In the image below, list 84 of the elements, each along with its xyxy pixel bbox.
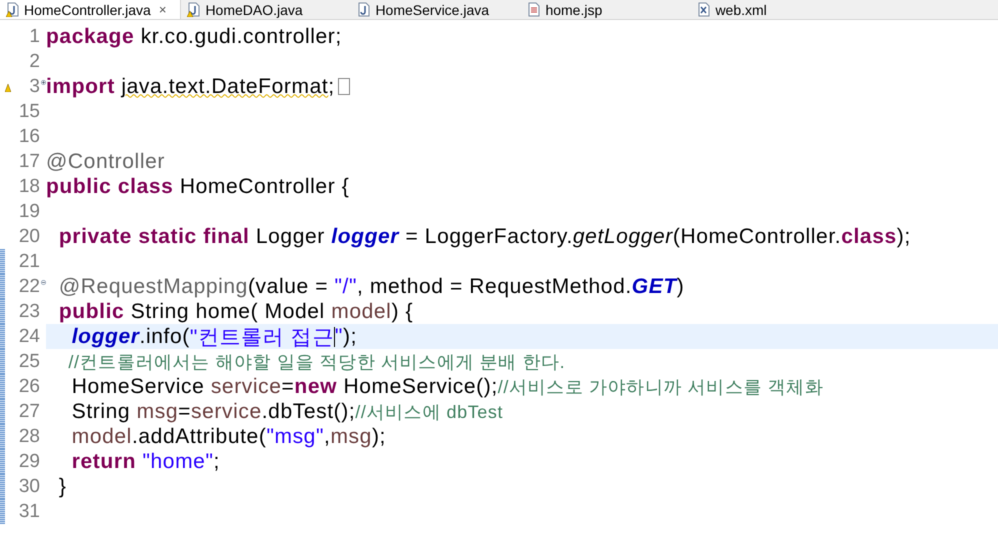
line-number: 21 xyxy=(18,250,40,272)
code-token: = LoggerFactory. xyxy=(404,224,573,248)
line-number: 24 xyxy=(18,326,40,348)
code-token: String xyxy=(70,400,132,424)
code-token: "/" xyxy=(334,274,358,298)
code-token: HomeService xyxy=(70,374,206,398)
code-comment: //서비스에 dbTest xyxy=(355,400,504,424)
code-token: @RequestMapping xyxy=(58,274,248,298)
code-token: class xyxy=(841,224,897,248)
code-token: model xyxy=(331,300,392,324)
code-token: "컨트롤러 접근 xyxy=(190,324,334,350)
line-number: 19 xyxy=(18,200,40,222)
code-token: ; xyxy=(328,74,335,98)
code-token: " xyxy=(334,324,343,348)
code-token: java.text.DateFormat xyxy=(121,74,328,98)
code-token: ); xyxy=(896,224,911,248)
line-number: 2 xyxy=(28,50,40,72)
code-token: public class xyxy=(46,174,174,198)
code-token: service xyxy=(210,374,282,398)
line-number: 31 xyxy=(18,500,40,522)
code-token: kr.co.gudi.controller; xyxy=(140,24,342,48)
code-token: .info( xyxy=(140,324,190,348)
code-token: "home" xyxy=(142,450,214,474)
code-token: return xyxy=(70,450,138,474)
line-number: 18 xyxy=(18,176,40,198)
code-token: .dbTest(); xyxy=(262,400,356,424)
code-token: HomeService(); xyxy=(342,374,498,398)
code-token: package xyxy=(46,24,134,48)
code-token: getLogger xyxy=(572,224,673,248)
code-token: , method = RequestMethod. xyxy=(357,274,632,298)
line-number: 20 xyxy=(18,226,40,248)
line-number: 16 xyxy=(18,126,40,148)
code-token: "msg" xyxy=(266,424,324,448)
code-token: ) xyxy=(676,274,684,298)
line-number: 22 xyxy=(18,276,40,298)
code-token: msg xyxy=(330,424,372,448)
editor-tab[interactable]: HomeDAO.java xyxy=(181,0,352,19)
editor-tab[interactable]: HomeController.java × xyxy=(0,0,182,19)
code-token: public xyxy=(58,300,124,324)
code-token: ; xyxy=(214,450,220,474)
code-token: (HomeController. xyxy=(672,224,842,248)
code-token: HomeController { xyxy=(178,174,350,198)
line-number: 3 xyxy=(28,76,40,98)
code-token: import xyxy=(46,74,116,98)
code-token: logger xyxy=(331,224,400,248)
editor-tab[interactable]: home.jsp xyxy=(521,0,692,19)
line-number: 15 xyxy=(18,100,40,122)
code-token: Logger xyxy=(254,224,326,248)
code-token: GET xyxy=(632,274,677,298)
folded-code-icon[interactable] xyxy=(338,78,350,95)
line-number: 26 xyxy=(18,376,40,398)
code-token: model xyxy=(70,424,132,448)
text-cursor xyxy=(334,326,335,346)
code-token: ); xyxy=(342,324,358,348)
code-comment: //컨트롤러에서는 해야할 일을 적당한 서비스에게 분배 한다. xyxy=(67,350,566,374)
editor-tab[interactable]: web.xml xyxy=(691,0,862,19)
code-token: (value = xyxy=(248,274,330,298)
line-number: 27 xyxy=(18,400,40,422)
line-number: 25 xyxy=(18,350,40,372)
code-token: = xyxy=(178,400,192,424)
expand-icon[interactable] xyxy=(41,79,46,86)
line-number: 29 xyxy=(18,450,40,472)
code-token: ); xyxy=(372,424,386,448)
code-token: ) { xyxy=(391,300,414,324)
code-comment: //서비스로 가야하니까 서비스를 객체화 xyxy=(498,376,824,398)
line-number: 23 xyxy=(18,300,40,322)
code-token: logger xyxy=(70,324,140,348)
line-number: 30 xyxy=(18,476,40,498)
line-number: 17 xyxy=(18,150,40,172)
code-token: .addAttribute( xyxy=(132,424,266,448)
code-token: new xyxy=(294,374,338,398)
code-token: service xyxy=(191,400,262,424)
code-token: msg xyxy=(136,400,178,424)
code-token: , xyxy=(324,424,330,448)
collapse-icon[interactable] xyxy=(41,279,46,286)
line-number: 1 xyxy=(28,26,40,48)
editor-tab[interactable]: HomeService.java xyxy=(351,0,522,19)
close-icon[interactable]: × xyxy=(158,2,166,17)
line-number: 28 xyxy=(18,426,40,448)
code-token: String home( Model xyxy=(130,300,326,324)
code-token: private static final xyxy=(58,224,250,248)
code-token: @Controller xyxy=(46,150,165,174)
code-token: = xyxy=(282,374,294,398)
code-token: } xyxy=(58,474,66,498)
